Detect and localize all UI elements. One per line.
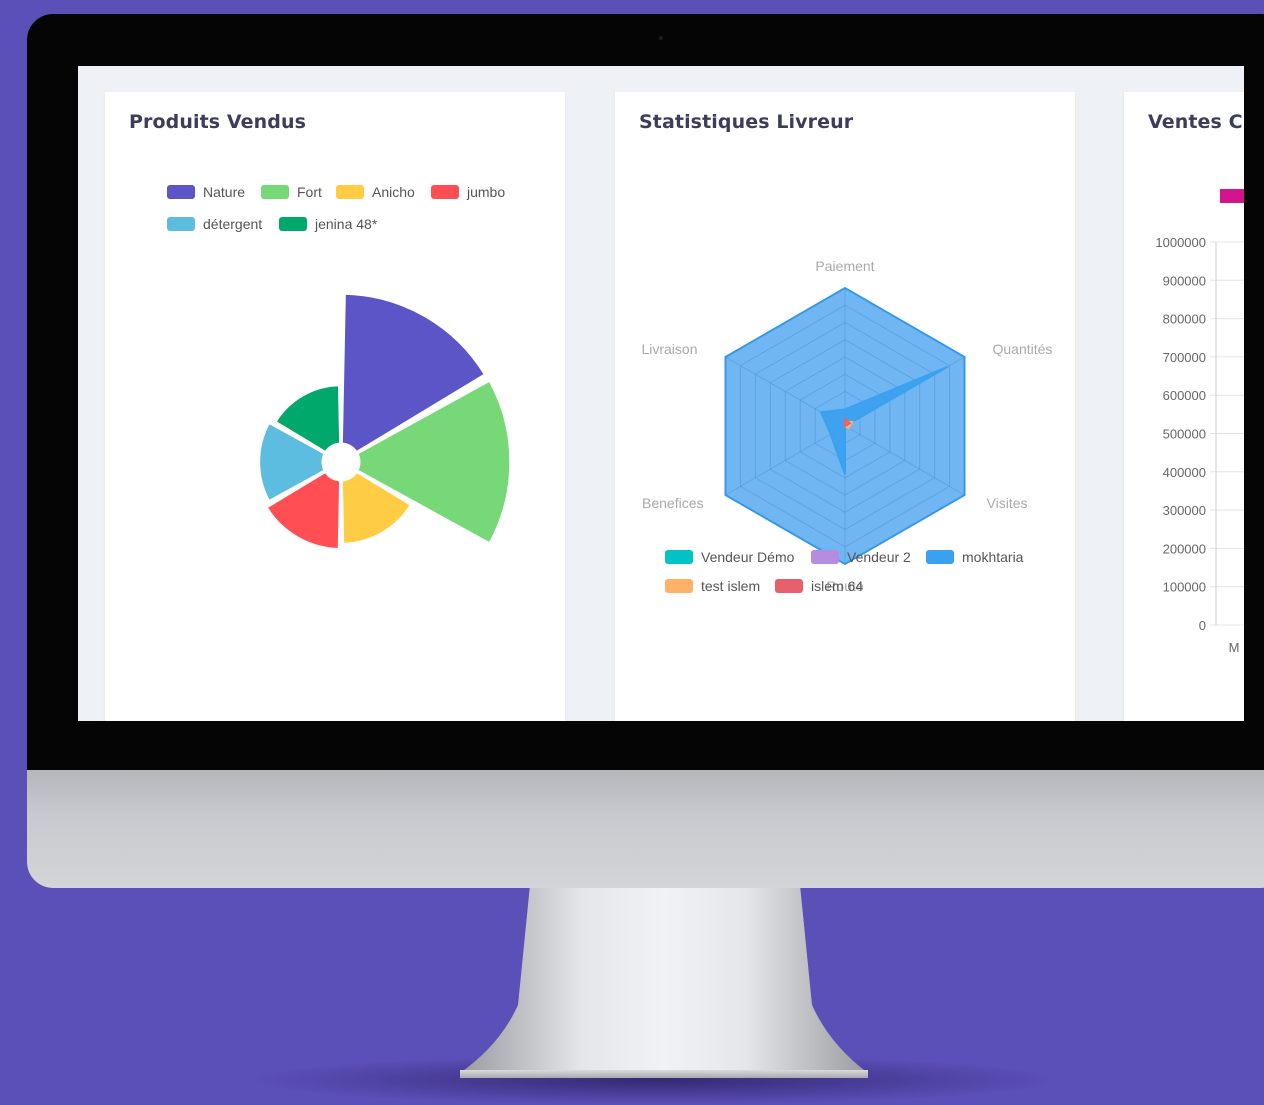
bar-y-tick: 500000 <box>1163 427 1206 442</box>
bar-y-tick: 900000 <box>1163 273 1206 288</box>
bar-y-tick: 300000 <box>1163 503 1206 518</box>
legend-swatch <box>775 579 803 593</box>
legend-label: mokhtaria <box>962 549 1024 565</box>
bar-y-tick: 600000 <box>1163 388 1206 403</box>
card-ventes-clients: Ventes Cli 10000009000008000007000006000… <box>1124 92 1244 721</box>
legend-item[interactable]: Vendeur Démo <box>665 549 794 565</box>
card-produits-vendus: Produits Vendus Nature Fort Anicho jumbo… <box>105 92 565 721</box>
monitor-stand <box>460 885 868 1078</box>
screen: Produits Vendus Nature Fort Anicho jumbo… <box>78 66 1244 721</box>
bar-y-tick: 1000000 <box>1155 235 1206 250</box>
radar-legend: Vendeur Démo Vendeur 2 mokhtaria test is… <box>615 92 1075 721</box>
card-statistiques-livreur: Statistiques Livreur Paiement Quantités Vi… <box>615 92 1075 721</box>
bar-x-tick: M <box>1229 640 1240 655</box>
legend-item[interactable]: Vendeur 2 <box>811 549 911 565</box>
bar-y-tick: 0 <box>1199 618 1206 633</box>
bar-y-tick: 100000 <box>1163 580 1206 595</box>
bar-y-tick: 400000 <box>1163 465 1206 480</box>
bar-y-tick: 200000 <box>1163 541 1206 556</box>
legend-swatch <box>926 550 954 564</box>
legend-label: test islem <box>701 578 761 594</box>
bar-y-tick: 800000 <box>1163 312 1206 327</box>
legend-swatch <box>665 579 693 593</box>
polar-area-chart <box>257 291 513 551</box>
legend-label: Vendeur 2 <box>847 549 911 565</box>
bar-chart: 1000000900000800000700000600000500000400… <box>1155 235 1244 655</box>
monitor-chin <box>27 770 1264 888</box>
bar-y-tick: 700000 <box>1163 350 1206 365</box>
monitor: Produits Vendus Nature Fort Anicho jumbo… <box>27 14 1264 888</box>
legend-label: Vendeur Démo <box>701 549 795 565</box>
legend-item[interactable]: islem 64 <box>775 578 863 594</box>
legend-swatch <box>811 550 839 564</box>
legend-label: islem 64 <box>811 578 864 594</box>
legend-item[interactable]: mokhtaria <box>926 549 1023 565</box>
legend-item[interactable]: test islem <box>665 578 760 594</box>
legend-swatch <box>665 550 693 564</box>
camera-dot <box>659 36 663 40</box>
